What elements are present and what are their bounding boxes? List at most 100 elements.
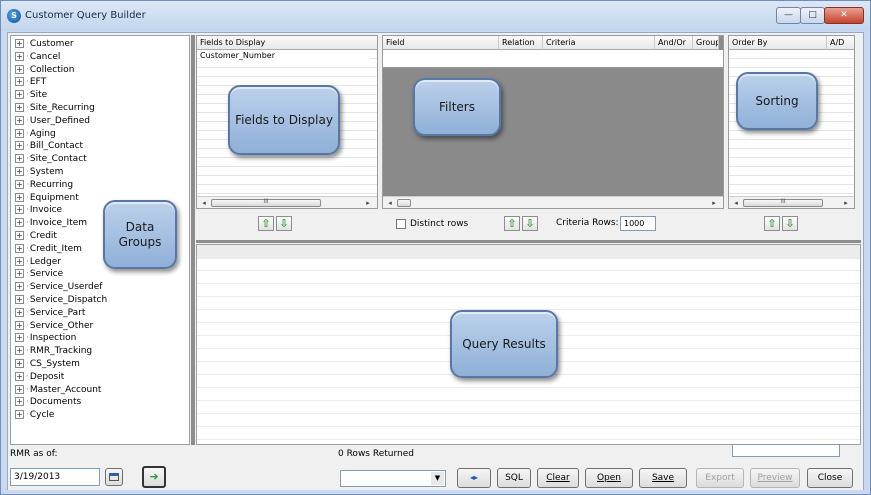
- filter-column-header-group[interactable]: Group: [693, 36, 719, 50]
- tree-node-site-contact[interactable]: + ·Site_Contact: [15, 153, 87, 166]
- tree-node-ledger[interactable]: + ·Ledger: [15, 256, 61, 269]
- expand-icon[interactable]: +: [15, 179, 24, 189]
- tree-node-documents[interactable]: + ·Documents: [15, 396, 81, 409]
- scroll-right-icon[interactable]: ▸: [709, 198, 719, 208]
- move-down-button[interactable]: ⇩: [782, 216, 798, 231]
- calendar-button[interactable]: [105, 468, 123, 486]
- tree-node-master-account[interactable]: + ·Master_Account: [15, 384, 101, 397]
- expand-icon[interactable]: +: [15, 410, 24, 420]
- move-up-button[interactable]: ⇧: [258, 216, 274, 231]
- tree-node-service-part[interactable]: + ·Service_Part: [15, 307, 85, 320]
- close-window-button[interactable]: ✕: [824, 7, 864, 24]
- expand-icon[interactable]: +: [15, 64, 24, 74]
- expand-icon[interactable]: +: [15, 397, 24, 407]
- field-row[interactable]: Customer_Number: [200, 51, 370, 60]
- scroll-thumb[interactable]: III: [211, 198, 321, 207]
- query-select[interactable]: ▼: [340, 470, 446, 487]
- expand-icon[interactable]: +: [15, 51, 24, 61]
- expand-icon[interactable]: +: [15, 346, 24, 356]
- tree-node-eft[interactable]: + ·EFT: [15, 76, 46, 89]
- tree-node-cancel[interactable]: + ·Cancel: [15, 51, 60, 64]
- scroll-right-icon[interactable]: ▸: [363, 198, 373, 208]
- expand-icon[interactable]: +: [15, 320, 24, 330]
- scroll-right-icon[interactable]: ▸: [841, 198, 851, 208]
- filters-input-row[interactable]: [383, 50, 723, 68]
- scroll-thumb[interactable]: III: [743, 198, 823, 207]
- expand-icon[interactable]: +: [15, 167, 24, 176]
- filter-column-header-andor[interactable]: And/Or: [655, 36, 693, 50]
- expand-icon[interactable]: +: [15, 103, 24, 112]
- tree-node-recurring[interactable]: + ·Recurring: [15, 179, 73, 192]
- tree-node-collection[interactable]: + ·Collection: [15, 64, 74, 77]
- close-button[interactable]: Close: [807, 468, 853, 488]
- tree-node-user-defined[interactable]: + ·User_Defined: [15, 115, 90, 128]
- expand-icon[interactable]: +: [15, 256, 24, 266]
- expand-icon[interactable]: +: [15, 205, 24, 215]
- expand-icon[interactable]: +: [15, 282, 24, 292]
- distinct-rows-checkbox[interactable]: [396, 219, 406, 229]
- tree-node-service[interactable]: + ·Service: [15, 268, 63, 281]
- expand-icon[interactable]: +: [15, 154, 24, 164]
- tree-node-aging[interactable]: + ·Aging: [15, 128, 56, 141]
- clear-button[interactable]: Clear: [537, 468, 579, 488]
- tree-node-customer[interactable]: + ·Customer: [15, 38, 74, 51]
- rmr-date-input[interactable]: 3/19/2013: [10, 468, 100, 486]
- tree-node-system[interactable]: + ·System: [15, 166, 63, 179]
- expand-icon[interactable]: +: [15, 141, 24, 151]
- tree-node-cs-system[interactable]: + ·CS_System: [15, 358, 80, 371]
- expand-icon[interactable]: +: [15, 39, 24, 48]
- minimize-button[interactable]: —: [776, 7, 801, 24]
- expand-icon[interactable]: +: [15, 333, 24, 343]
- tree-node-service-dispatch[interactable]: + ·Service_Dispatch: [15, 294, 107, 307]
- dropdown-arrow-icon[interactable]: ▼: [431, 472, 444, 485]
- expand-icon[interactable]: +: [15, 295, 24, 304]
- run-query-button[interactable]: ➜: [142, 466, 166, 488]
- save-button[interactable]: Save: [639, 468, 687, 488]
- sql-button[interactable]: SQL: [497, 468, 531, 488]
- tree-node-inspection[interactable]: + ·Inspection: [15, 332, 76, 345]
- sorting-hscroll[interactable]: ◂ III ▸: [729, 196, 854, 208]
- tree-node-rmr-tracking[interactable]: + ·RMR_Tracking: [15, 345, 92, 358]
- expand-icon[interactable]: +: [15, 384, 24, 394]
- swap-button[interactable]: ◂▸: [457, 468, 491, 488]
- expand-icon[interactable]: +: [15, 359, 24, 368]
- vertical-splitter[interactable]: [191, 35, 195, 445]
- move-up-button[interactable]: ⇧: [764, 216, 780, 231]
- tree-node-deposit[interactable]: + ·Deposit: [15, 371, 64, 384]
- move-down-button[interactable]: ⇩: [522, 216, 538, 231]
- tree-node-credit-item[interactable]: + ·Credit_Item: [15, 243, 82, 256]
- open-button[interactable]: Open: [585, 468, 633, 488]
- filter-column-header-relation[interactable]: Relation: [499, 36, 543, 50]
- maximize-button[interactable]: □: [800, 7, 825, 24]
- scroll-left-icon[interactable]: ◂: [385, 198, 395, 208]
- expand-icon[interactable]: +: [15, 243, 24, 253]
- expand-icon[interactable]: +: [15, 115, 24, 125]
- tree-node-invoice-item[interactable]: + ·Invoice_Item: [15, 217, 87, 230]
- scroll-left-icon[interactable]: ◂: [731, 198, 741, 208]
- scroll-left-icon[interactable]: ◂: [199, 198, 209, 208]
- tree-node-service-other[interactable]: + ·Service_Other: [15, 320, 93, 333]
- horizontal-splitter[interactable]: [196, 240, 861, 243]
- tree-node-cycle[interactable]: + ·Cycle: [15, 409, 54, 422]
- criteria-rows-input[interactable]: 1000: [620, 216, 656, 231]
- filter-column-header-field[interactable]: Field: [383, 36, 499, 50]
- tree-node-invoice[interactable]: + ·Invoice: [15, 204, 62, 217]
- scroll-thumb[interactable]: [397, 199, 411, 207]
- move-up-button[interactable]: ⇧: [504, 216, 520, 231]
- expand-icon[interactable]: +: [15, 77, 24, 87]
- preview-button[interactable]: Preview: [750, 468, 800, 488]
- filters-hscroll[interactable]: ◂ ▸: [383, 196, 723, 208]
- tree-node-credit[interactable]: + ·Credit: [15, 230, 57, 243]
- expand-icon[interactable]: +: [15, 231, 24, 240]
- move-down-button[interactable]: ⇩: [276, 216, 292, 231]
- tree-node-service-userdef[interactable]: + ·Service_Userdef: [15, 281, 102, 294]
- tree-node-site[interactable]: + ·Site: [15, 89, 47, 102]
- fields-hscroll[interactable]: ◂ III ▸: [197, 196, 377, 208]
- expand-icon[interactable]: +: [15, 192, 24, 202]
- expand-icon[interactable]: +: [15, 269, 24, 279]
- tree-node-site-recurring[interactable]: + ·Site_Recurring: [15, 102, 95, 115]
- expand-icon[interactable]: +: [15, 371, 24, 381]
- filter-column-header-criteria[interactable]: Criteria: [543, 36, 655, 50]
- export-button[interactable]: Export: [696, 468, 744, 488]
- expand-icon[interactable]: +: [15, 128, 24, 138]
